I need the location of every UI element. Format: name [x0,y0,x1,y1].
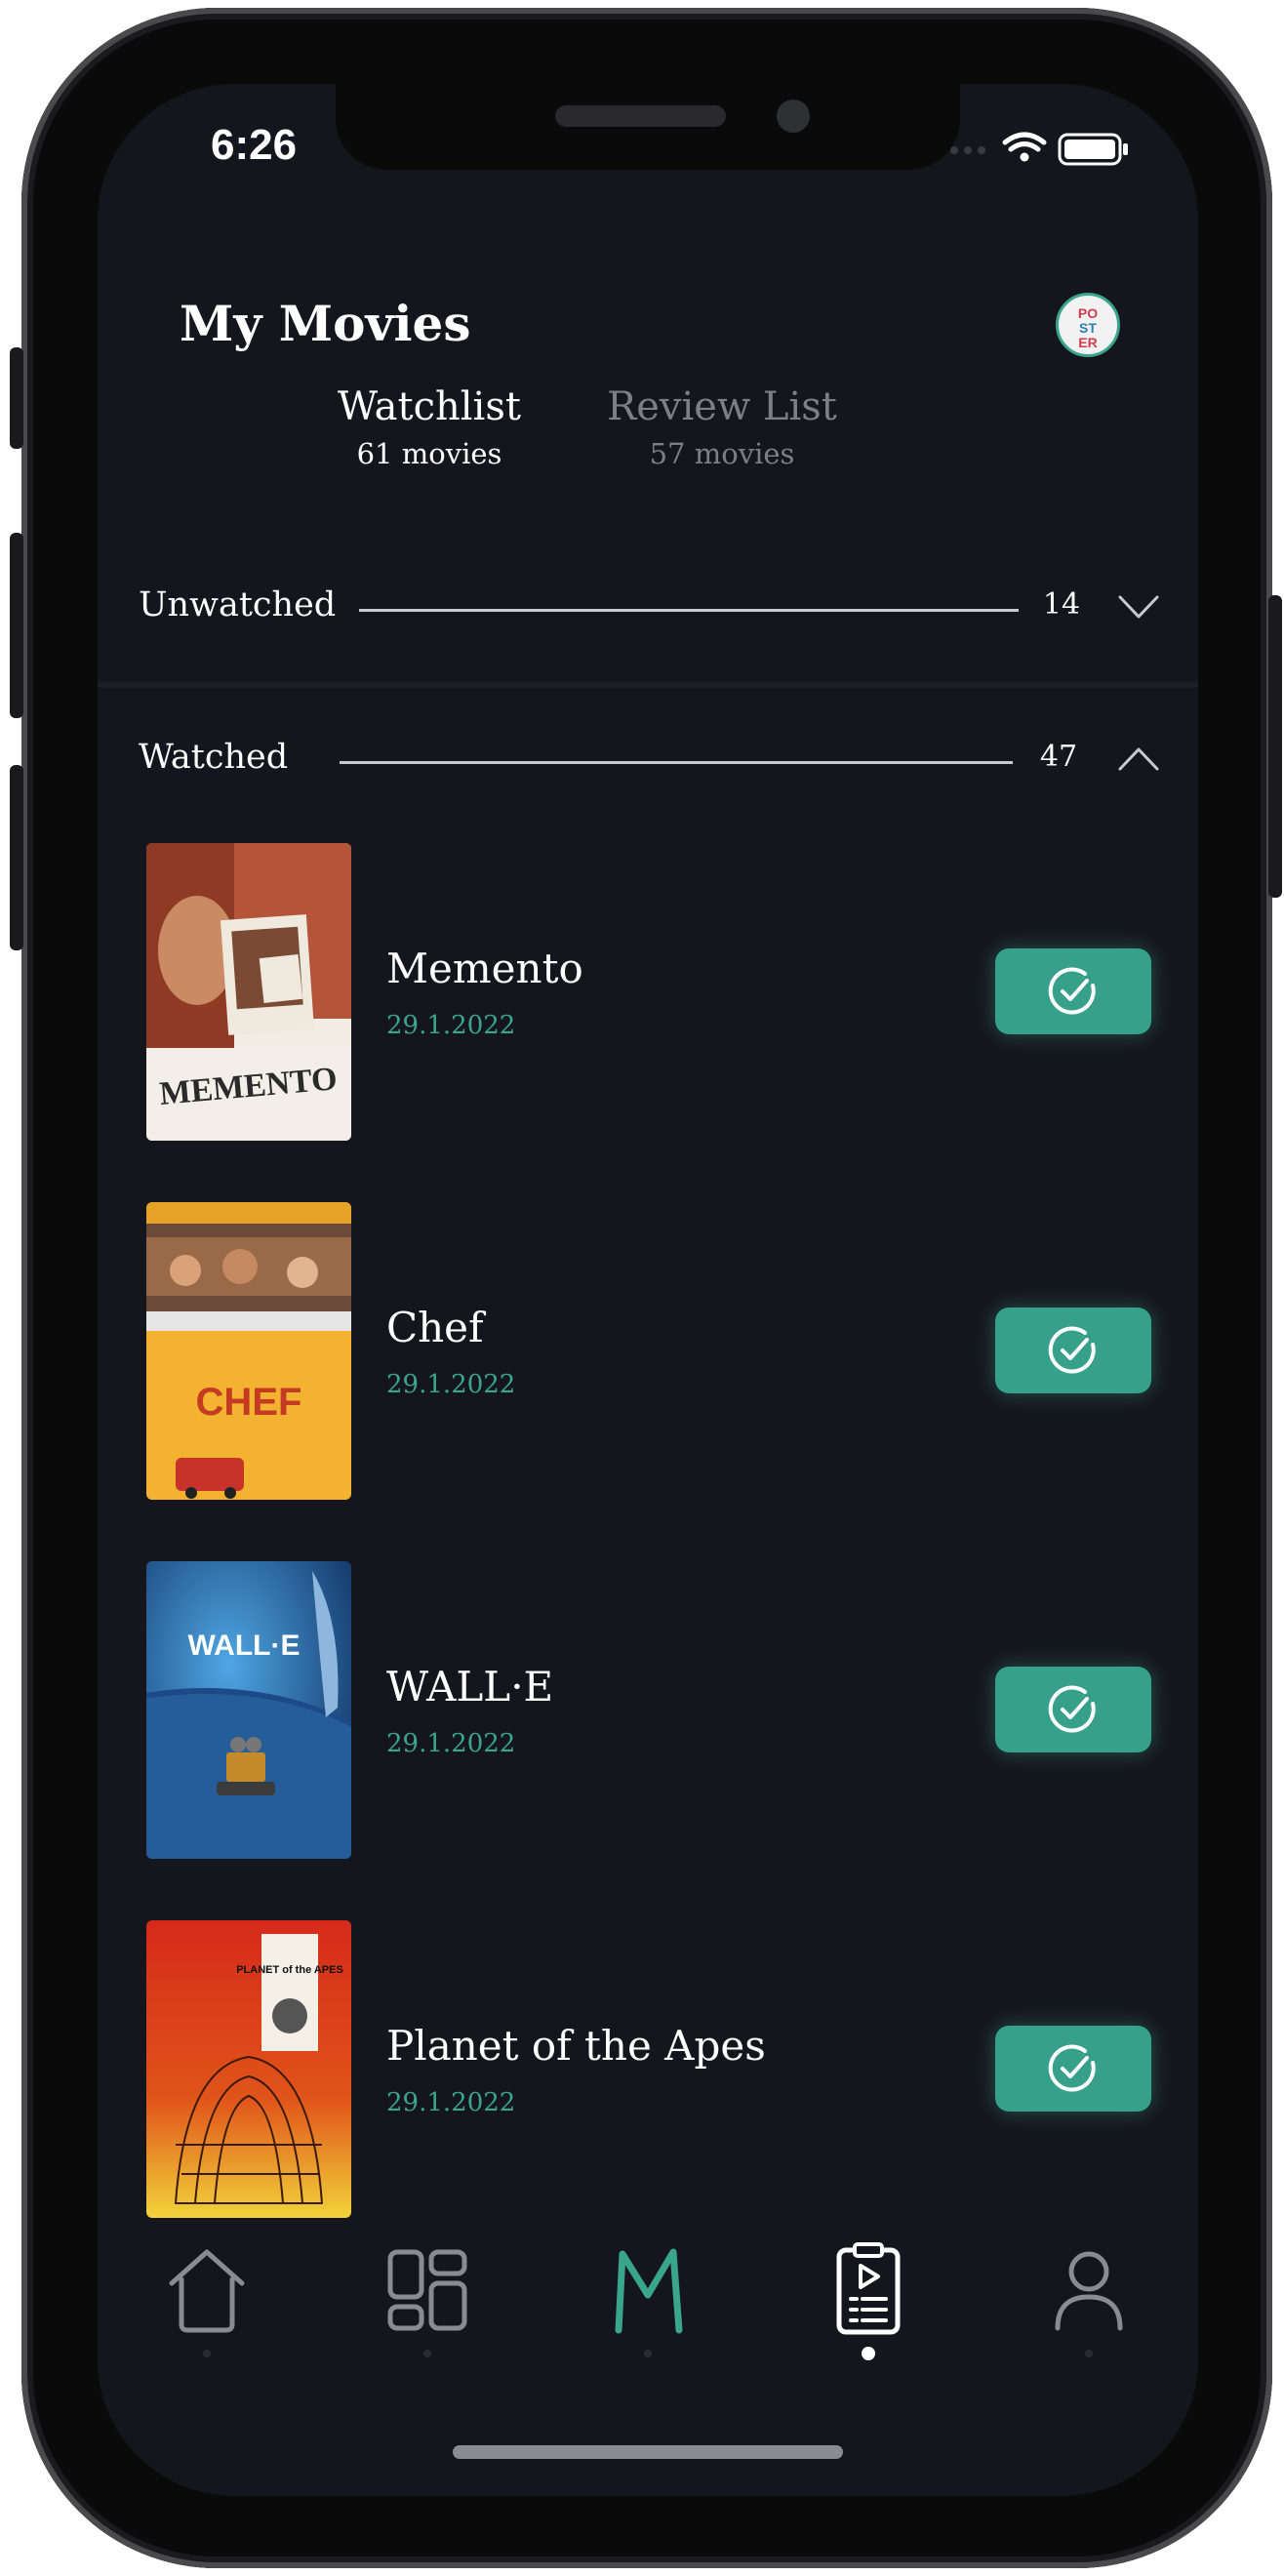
movie-title: Memento [386,945,583,992]
movie-item[interactable]: CHEF Chef 29.1.2022 [146,1202,1151,1505]
status-icons [946,129,1161,168]
nav-indicator-dot [423,2350,431,2357]
nav-watchlist[interactable] [810,2240,927,2377]
profile-icon [1055,2251,1123,2331]
tab-review-list[interactable]: Review List 57 movies [595,384,849,470]
watched-toggle-button[interactable] [995,2026,1151,2112]
tab-watchlist-label: Watchlist [338,384,521,429]
nav-home[interactable] [148,2240,265,2377]
tab-review-list-label: Review List [607,384,837,429]
side-button-volume-down [10,765,23,950]
side-button-power [1268,595,1282,898]
section-divider-line [359,609,1019,612]
side-button-mute [10,347,23,449]
nav-indicator-dot [1085,2350,1093,2357]
movie-date: 29.1.2022 [386,2088,516,2117]
m-logo-icon [615,2248,683,2334]
movie-date: 29.1.2022 [386,1729,516,1758]
bottom-navigation [98,2240,1198,2416]
section-label: Watched [139,738,289,777]
movie-poster[interactable]: MEMENTO [146,843,351,1141]
nav-indicator-dot-active [862,2347,875,2360]
movie-date: 29.1.2022 [386,1011,516,1040]
check-circle-icon [1048,1326,1096,1374]
dashboard-icon [387,2249,467,2331]
movie-poster[interactable]: PLANET of the APES [146,1920,351,2218]
notch [336,84,960,170]
signal-dots-icon [950,146,985,154]
nav-indicator-dot [644,2350,652,2357]
section-divider-line [340,761,1013,764]
movie-item[interactable]: MEMENTO Memento 29.1.2022 [146,843,1151,1146]
home-icon [169,2249,245,2333]
nav-browse[interactable] [369,2240,486,2377]
section-label: Unwatched [139,585,337,624]
app-screen: 6:26 My Movies PO ST ER Watchlist 61 mov… [98,84,1198,2496]
status-time: 6:26 [211,121,298,169]
check-circle-icon [1048,2044,1096,2092]
app-logo-avatar[interactable]: PO ST ER [1056,293,1120,357]
front-camera [777,100,810,133]
chevron-down-icon[interactable] [1116,587,1161,626]
section-count: 47 [1039,740,1078,774]
section-separator [98,682,1198,688]
tab-review-list-count: 57 movies [649,437,795,470]
watched-toggle-button[interactable] [995,1667,1151,1752]
section-count: 14 [1042,587,1081,622]
home-indicator[interactable] [453,2445,843,2459]
speaker-grille [555,105,726,127]
movie-title: WALL·E [386,1663,554,1711]
watchlist-icon [836,2242,901,2335]
movie-poster[interactable]: CHEF [146,1202,351,1500]
battery-icon [1058,133,1128,166]
nav-indicator-dot [203,2350,211,2357]
svg-text:PLANET of the APES: PLANET of the APES [236,1964,343,1976]
movie-title: Planet of the Apes [386,2022,766,2070]
section-header-unwatched[interactable]: Unwatched 14 [98,560,1198,658]
check-circle-icon [1048,1685,1096,1733]
side-button-volume-up [10,533,23,718]
movie-title: Chef [386,1304,484,1351]
tab-watchlist-count: 61 movies [356,437,502,470]
movie-item[interactable]: PLANET of the APES Planet of the Apes 29… [146,1920,1151,2223]
chevron-up-icon[interactable] [1116,740,1161,779]
svg-text:WALL·E: WALL·E [188,1630,301,1662]
section-header-watched[interactable]: Watched 47 [98,712,1198,810]
wifi-icon [1002,132,1047,152]
movie-poster[interactable]: WALL·E [146,1561,351,1859]
watched-toggle-button[interactable] [995,948,1151,1034]
check-circle-icon [1048,967,1096,1015]
movie-item[interactable]: WALL·E WALL·E 29.1.2022 [146,1561,1151,1864]
page-title: My Movies [180,295,471,352]
tab-watchlist[interactable]: Watchlist 61 movies [312,384,546,470]
watched-toggle-button[interactable] [995,1308,1151,1393]
nav-main[interactable] [589,2240,706,2377]
svg-text:CHEF: CHEF [196,1381,302,1424]
nav-profile[interactable] [1030,2240,1147,2377]
movie-date: 29.1.2022 [386,1370,516,1399]
